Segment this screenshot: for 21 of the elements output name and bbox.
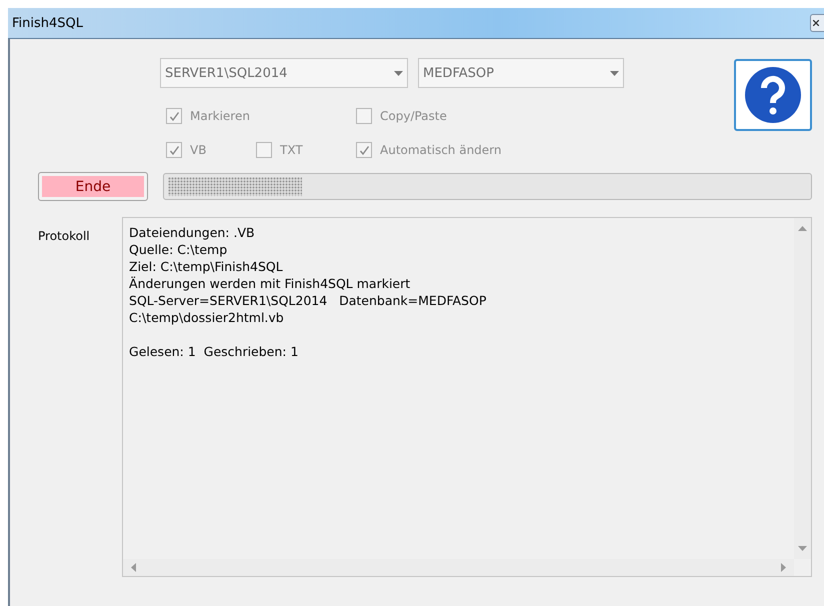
down-arrow-icon [798, 546, 807, 551]
log-summary: Gelesen: 1 Geschrieben: 1 [129, 343, 300, 360]
horizontal-scrollbar[interactable] [123, 559, 794, 576]
help-button[interactable] [734, 59, 812, 131]
check-icon [168, 110, 180, 122]
log-textbox[interactable]: Dateiendungen: .VB Quelle: C:\temp Ziel: C:\temp\Finish4SQL Änderungen werden mit Finish4SQL markiert SQL-Server=SERVER1\SQL2014 Datenbank=MEDFASOP C:\temp\dossier2html.vb Gelesen: 1 Geschrieben: 1 [122, 217, 812, 577]
left-arrow-icon [131, 563, 136, 572]
caret-icon [394, 70, 403, 76]
right-arrow-icon [781, 563, 786, 572]
check-icon [168, 144, 180, 156]
log-label: Protokoll [38, 229, 90, 243]
question-mark-icon [744, 66, 802, 124]
log-text: Dateiendungen: .VB Quelle: C:\temp Ziel: C:\temp\Finish4SQL Änderungen werden mit Finish4SQL markiert SQL-Server=SERVER1\SQL2014 Datenbank=MEDFASOP C:\temp\dossier2html.vb [129, 224, 488, 326]
end-button[interactable]: Ende [38, 172, 148, 201]
check-icon [358, 144, 370, 156]
close-icon [813, 20, 819, 26]
close-button[interactable] [810, 14, 824, 32]
window-title: Finish4SQL [11, 16, 84, 30]
vertical-scrollbar[interactable] [794, 218, 811, 559]
up-arrow-icon [798, 226, 807, 231]
caret-icon [610, 70, 619, 76]
